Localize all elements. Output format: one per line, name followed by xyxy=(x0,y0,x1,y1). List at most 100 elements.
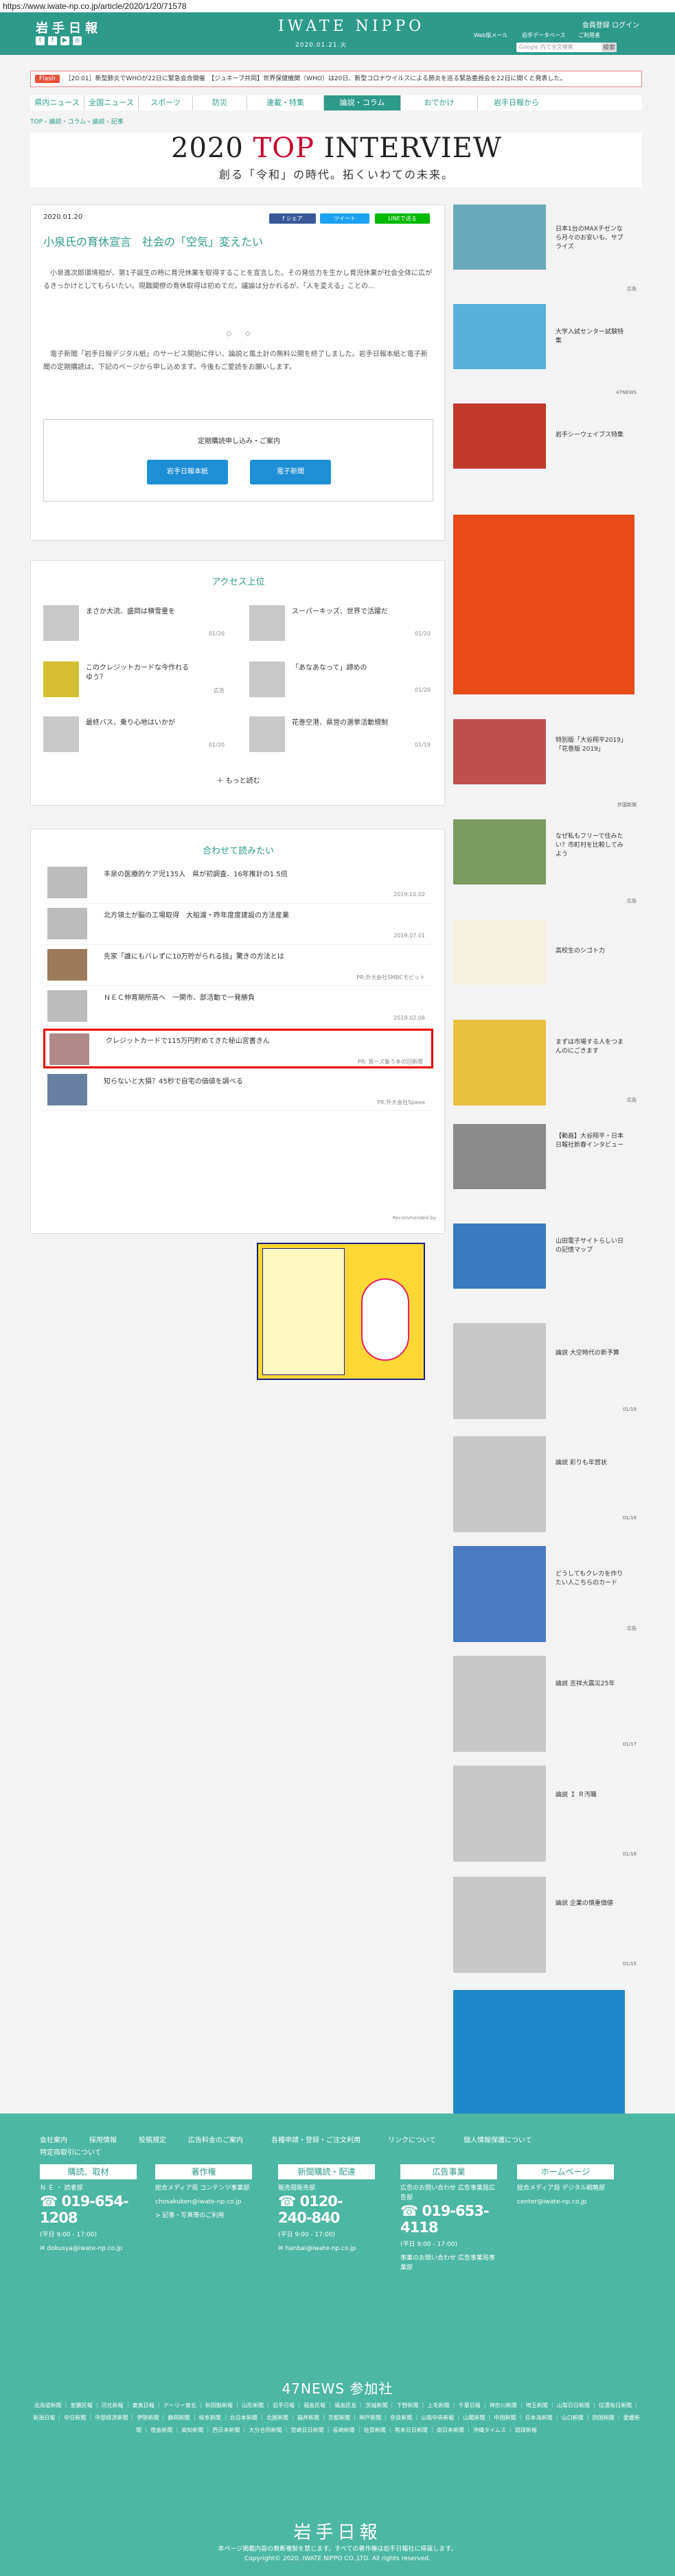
nav-from-iwate[interactable]: 岩手日報から xyxy=(478,95,555,110)
ranking-item-title[interactable]: このクレジットカードな今作れるゆう？ xyxy=(86,664,189,683)
footer-link[interactable]: 特定商取引について xyxy=(40,2146,102,2157)
youtube-icon[interactable]: ▶ xyxy=(60,36,69,45)
recommend-item[interactable]: 丰泉の医療的ケア児135人 県が初調査、16年推計の1.5倍 2019.10.02 xyxy=(43,864,433,904)
recommend-item[interactable]: 北方領土が脳の工場取得 大船渡・昨年度度建設の方法産業 2019.07.01 xyxy=(43,905,433,945)
sidebar-item-title[interactable]: 【動画】大谷翔平・日本日報社新春インタビュー xyxy=(556,1132,624,1150)
tweet-button[interactable]: ツイート xyxy=(320,213,369,224)
sidebar-thumb[interactable] xyxy=(453,1656,546,1752)
sidebar-item-title[interactable]: 論説 企業の慎重価値 xyxy=(556,1899,624,1908)
footer-link[interactable]: 投稿規定 xyxy=(139,2134,166,2144)
paper-subscribe-button[interactable]: 岩手日報本紙 xyxy=(147,460,228,484)
sidebar-item-title[interactable]: 岩手シーウェイブス特集 xyxy=(556,431,624,440)
sidebar-item-title[interactable]: まずは市場する人をつまんのにごきます xyxy=(556,1038,624,1056)
recommend-item-title[interactable]: 先家「誰にもバレずに10万貯がられる技」驚きの方法とは xyxy=(104,950,284,961)
footer-link[interactable]: 広告料金のご案内 xyxy=(188,2134,243,2144)
sidebar-thumb[interactable] xyxy=(453,1436,546,1532)
ranking-item-title[interactable]: まさか大流、盛岡は積雪量を xyxy=(86,607,189,617)
footer-col-mail[interactable]: center@iwate-np.co.jp xyxy=(517,2197,614,2207)
ranking-item[interactable]: まさか大流、盛岡は積雪量を 01/20 xyxy=(31,602,230,643)
footer-col-mail[interactable]: chosakuken@iwate-np.co.jp xyxy=(155,2197,252,2207)
footer-link[interactable]: リンクについて xyxy=(388,2134,436,2144)
ranking-item[interactable]: 最終バス、乗り心地はいかが 01/20 xyxy=(31,713,230,754)
ranking-item-title[interactable]: 「あなあなって」諦めの xyxy=(292,664,395,673)
header-link-mail[interactable]: Web版メール xyxy=(474,32,507,39)
nav-series[interactable]: 連載・特集 xyxy=(247,95,324,110)
sidebar-item-title[interactable]: 論説 吉祥大震災25年 xyxy=(556,1680,624,1689)
sidebar-item-title[interactable]: 山田電子サイトらしい日の記憶マップ xyxy=(556,1237,624,1255)
recommend-item[interactable]: ＮＥＣ伸育期所高へ 一関市、部活動で一発勝負 2019.02.06 xyxy=(43,987,433,1027)
recommend-item-title[interactable]: クレジットカードで115万円貯めてきた秘山宮書きん xyxy=(106,1035,270,1045)
sidebar-item-title[interactable]: 特別版「大谷翔平2019」「花巻版 2019」 xyxy=(556,736,624,754)
phone-number[interactable]: ☎ 019-653-4118 xyxy=(400,2203,497,2236)
ranking-item[interactable]: このクレジットカードな今作れるゆう？ 広告 xyxy=(31,658,230,699)
recommend-item[interactable]: 知らないと大損？45秒で自宅の価値を調べる PR:外大会社Speee xyxy=(43,1071,433,1111)
top-interview-banner[interactable]: 2020 TOP INTERVIEW 創る「令和」の時代。拓くいわての未来。 xyxy=(30,132,642,187)
ranking-item[interactable]: スーパーキッズ、世界で活躍だ 01/20 xyxy=(237,602,436,643)
sidebar-item-title[interactable]: 論説 大空時代の新予算 xyxy=(556,1349,624,1358)
more-button[interactable]: ＋ もっと読む xyxy=(31,775,446,785)
member-links[interactable]: 会員登録 ログイン xyxy=(582,19,639,30)
header-link-user[interactable]: ご利用者 xyxy=(578,32,600,39)
facebook-share-button[interactable]: f シェア xyxy=(269,213,316,224)
footer-logo[interactable]: 岩手日報 xyxy=(0,2518,675,2544)
universal-service-ad[interactable] xyxy=(257,1243,425,1380)
footer-link[interactable]: 各種申請・登録・ご注文利用 xyxy=(271,2134,361,2144)
recommend-item-title[interactable]: 丰泉の医療的ケア児135人 県が初調査、16年推計の1.5倍 xyxy=(104,868,288,878)
nav-outing[interactable]: おでかけ xyxy=(401,95,478,110)
recommend-item-title[interactable]: 知らないと大損？45秒で自宅の価値を調べる xyxy=(104,1075,243,1086)
recommend-item-title[interactable]: ＮＥＣ伸育期所高へ 一関市、部活動で一発勝負 xyxy=(104,992,255,1002)
sidebar-item-title[interactable]: どうしてもクレカを作りたい人こちらのカード xyxy=(556,1570,624,1588)
breadcrumb[interactable]: TOP › 論説・コラム › 論説 › 記事 xyxy=(30,117,124,126)
search-input[interactable]: Google 内で全文検索 xyxy=(516,43,606,52)
instagram-icon[interactable]: ◎ xyxy=(73,36,82,45)
sidebar-thumb[interactable] xyxy=(453,1546,546,1642)
recommend-item-highlighted[interactable]: クレジットカードで115万円貯めてきた秘山宮書きん PR: 買ーズ集う本の回新聞 xyxy=(43,1029,433,1068)
header-link-db[interactable]: 岩手データベース xyxy=(522,32,566,39)
line-share-button[interactable]: LINEで送る xyxy=(375,213,430,224)
sidebar-item-title[interactable]: 日本1台のMAXチゼンなら月々のお安いも、サブライズ xyxy=(556,225,624,252)
sidebar-thumb[interactable] xyxy=(453,920,546,985)
sidebar-thumb[interactable] xyxy=(453,204,546,270)
sidebar-thumb[interactable] xyxy=(453,1223,546,1289)
sidebar-thumb[interactable] xyxy=(453,1766,546,1862)
flash-text[interactable]: ［20:01］新型肺炎でWHOが22日に緊急会合開催 【ジュネーブ共同】世界保健… xyxy=(65,75,567,82)
sidebar-thumb[interactable] xyxy=(453,304,546,369)
recommend-item[interactable]: 先家「誰にもバレずに10万貯がられる技」驚きの方法とは PR:外大会社SMBCモビ… xyxy=(43,946,433,986)
search-button[interactable]: 検索 xyxy=(602,43,617,52)
partner-list[interactable]: 北海道新聞 ｜ 室蘭民報 ｜ 河北新報 ｜ 東奥日報 ｜ デーリー東北 ｜ 秋田… xyxy=(31,2400,642,2437)
ranking-item[interactable]: 花巻空港、県営の選挙活動規制 01/19 xyxy=(237,713,436,754)
sidebar-item-title[interactable]: 論説 彩りも年賀状 xyxy=(556,1459,624,1468)
ranking-item-title[interactable]: 最終バス、乗り心地はいかが xyxy=(86,718,189,728)
infra-award-ad[interactable] xyxy=(453,1990,625,2127)
sidebar-thumb[interactable] xyxy=(453,719,546,784)
sidebar-thumb[interactable] xyxy=(453,819,546,885)
flash-news[interactable]: Flash ［20:01］新型肺炎でWHOが22日に緊急会合開催 【ジュネーブ共同… xyxy=(30,71,642,87)
ranking-item[interactable]: 「あなあなって」諦めの 01/20 xyxy=(237,658,436,699)
sidebar-item-title[interactable]: 大学入試センター試験特集 xyxy=(556,328,624,346)
nav-editorial[interactable]: 論説・コラム xyxy=(324,95,401,110)
footer-link[interactable]: 個人情報保護について xyxy=(464,2134,532,2144)
footer-link[interactable]: 採用情報 xyxy=(89,2134,117,2144)
sidebar-item-title[interactable]: 高校生のシゴト力 xyxy=(556,947,624,956)
ranking-item-title[interactable]: 花巻空港、県営の選挙活動規制 xyxy=(292,718,395,728)
sidebar-thumb[interactable] xyxy=(453,1323,546,1419)
ranking-item-title[interactable]: スーパーキッズ、世界で活躍だ xyxy=(292,607,395,617)
site-logo[interactable]: 岩手日報 xyxy=(36,19,102,36)
phone-number[interactable]: ☎ 019-654-1208 xyxy=(40,2193,137,2226)
sekisui-house-ad[interactable] xyxy=(453,515,634,694)
digital-subscribe-button[interactable]: 電子新聞 xyxy=(250,460,331,484)
phone-number[interactable]: ☎ 0120-240-840 xyxy=(278,2193,375,2226)
twitter-icon[interactable]: t xyxy=(36,36,45,45)
mail-link[interactable]: ✉ dokusya@iwate-np.co.jp xyxy=(40,2244,137,2253)
nav-national[interactable]: 全国ニュース xyxy=(84,95,139,110)
mail-link[interactable]: ✉ hanbai@iwate-np.co.jp xyxy=(278,2244,375,2253)
sidebar-item-title[interactable]: なぜ私もフリーで住みたい？市町村を比較してみよう xyxy=(556,832,624,859)
sidebar-thumb[interactable] xyxy=(453,1124,546,1189)
nav-local[interactable]: 県内ニュース xyxy=(30,95,84,110)
sidebar-thumb[interactable] xyxy=(453,1020,546,1105)
sidebar-thumb[interactable] xyxy=(453,1877,546,1973)
sidebar-thumb[interactable] xyxy=(453,403,546,469)
facebook-icon[interactable]: f xyxy=(48,36,57,45)
sidebar-item-title[interactable]: 論説 Ｉ Ｒ汚職 xyxy=(556,1791,624,1800)
footer-col-link[interactable]: > 記事・写真等のご利用 xyxy=(155,2211,252,2221)
